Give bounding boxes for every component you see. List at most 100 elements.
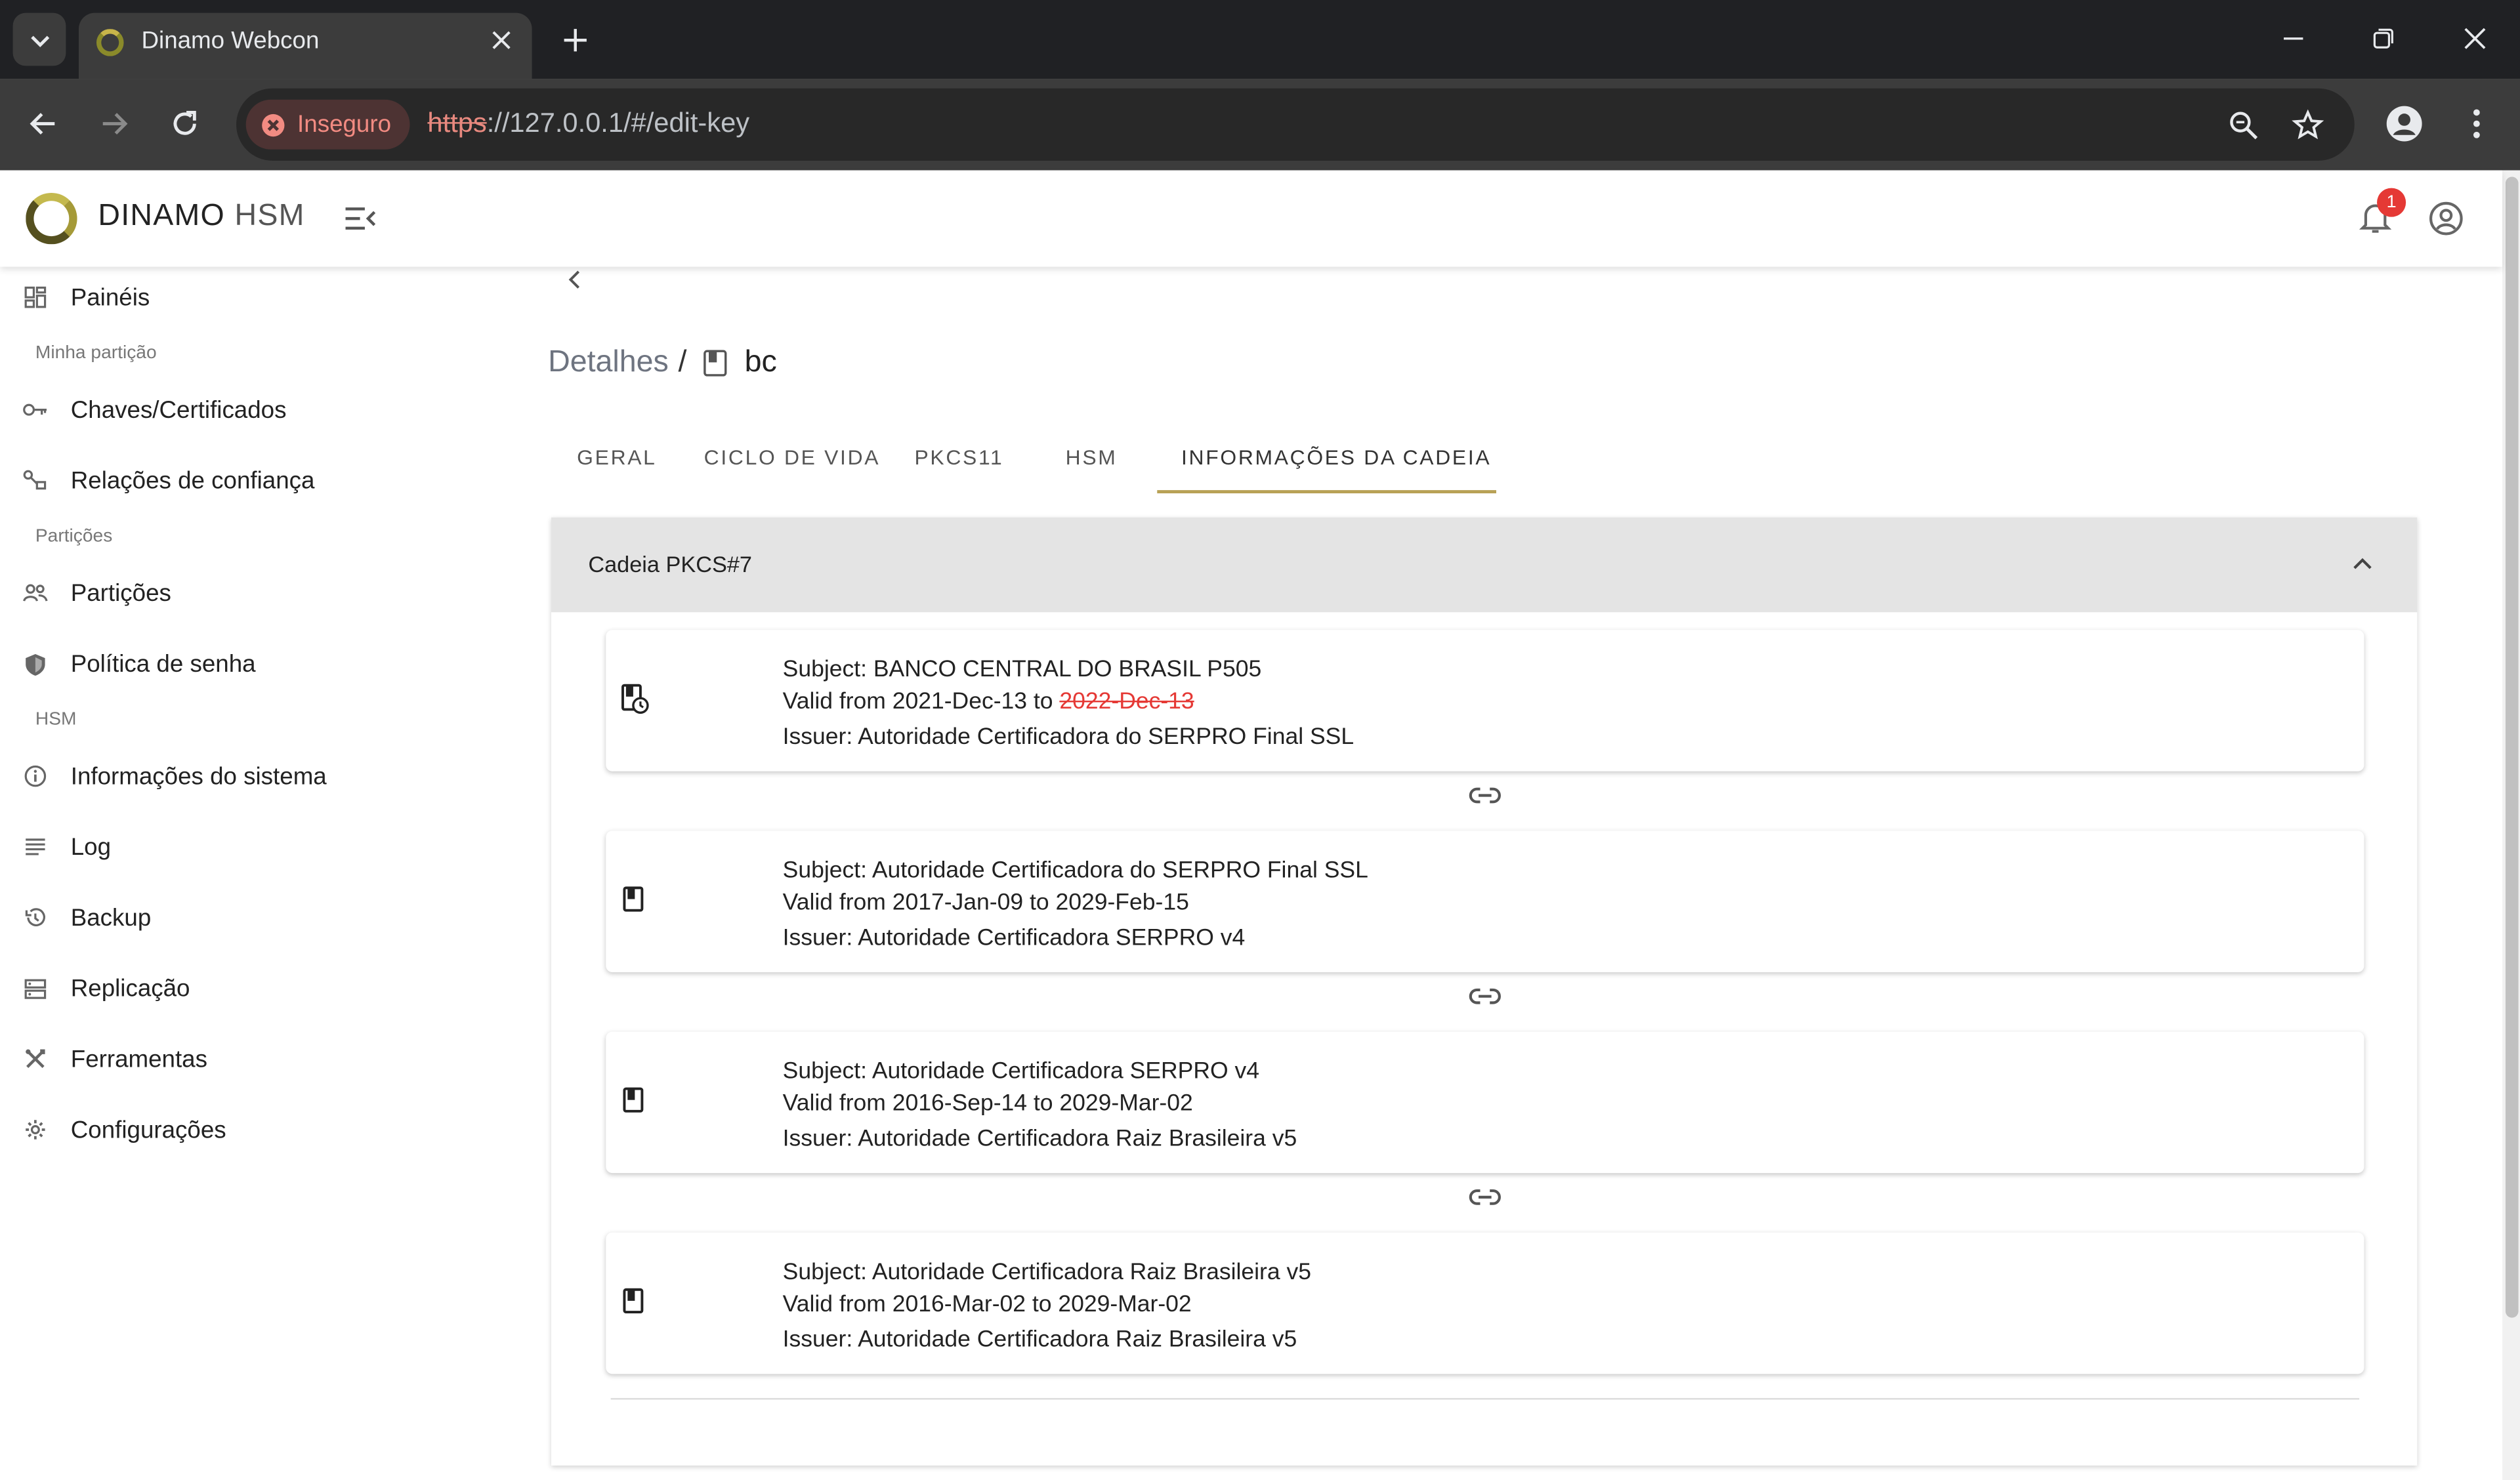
link-icon: [1469, 787, 1501, 804]
tab-pkcs11[interactable]: PKCS11: [914, 445, 1003, 470]
sidebar-item-backup[interactable]: Backup: [0, 889, 482, 947]
menu-toggle-button[interactable]: [341, 199, 379, 238]
browser-tab-bar: Dinamo Webcon: [0, 0, 2520, 79]
page-scrollbar-thumb[interactable]: [2505, 176, 2519, 1318]
certificate-icon: [623, 1087, 644, 1113]
list-icon: [22, 834, 48, 859]
sidebar-item-log[interactable]: Log: [0, 818, 482, 876]
tab-informacoes-cadeia[interactable]: INFORMAÇÕES DA CADEIA: [1181, 445, 1491, 470]
history-icon: [22, 905, 48, 930]
minimize-button[interactable]: [2274, 19, 2313, 58]
certificate-issuer: Issuer: Autoridade Certificadora Raiz Br…: [782, 1327, 1297, 1353]
sidebar-item-ferramentas[interactable]: Ferramentas: [0, 1030, 482, 1088]
magnifier-icon: [2230, 112, 2258, 140]
sidebar-item-politica-senha[interactable]: Política de senha: [0, 635, 482, 693]
notification-badge: 1: [2377, 188, 2406, 217]
chevron-down-icon: [30, 35, 49, 47]
security-label: Inseguro: [297, 111, 392, 138]
brand-title: DINAMO HSM: [98, 199, 305, 234]
certificate-subject: Subject: BANCO CENTRAL DO BRASIL P505: [782, 657, 1262, 684]
close-icon: [2464, 28, 2486, 49]
more-vert-icon: [2473, 109, 2480, 138]
certificate-valid-to: 2029-Mar-02: [1058, 1292, 1192, 1318]
sidebar-item-label: Partições: [70, 579, 171, 607]
certificate-issuer: Issuer: Autoridade Certificadora SERPRO …: [782, 925, 1246, 952]
account-button[interactable]: [2427, 199, 2466, 238]
sidebar-item-chaves[interactable]: Chaves/Certificados: [0, 381, 482, 439]
certificate-details: Subject: Autoridade Certificadora do SER…: [783, 855, 1368, 955]
sidebar-section-label: Partições: [35, 527, 113, 546]
not-secure-icon: [262, 113, 285, 136]
breadcrumb-parent[interactable]: Detalhes: [548, 346, 669, 381]
zoom-button[interactable]: [2224, 106, 2263, 145]
certificate-valid-to: 2029-Feb-15: [1055, 890, 1189, 916]
back-nav-button[interactable]: [562, 267, 588, 293]
profile-icon: [2386, 106, 2422, 142]
restore-icon: [2373, 28, 2393, 49]
certificate-validity: Valid from 2017-Jan-09 to 2029-Feb-15: [782, 890, 1189, 916]
sidebar-section-label: Minha partição: [35, 344, 157, 363]
sidebar-item-replicacao[interactable]: Replicação: [0, 959, 482, 1017]
certificate-card[interactable]: Subject: BANCO CENTRAL DO BRASIL P505 Va…: [606, 630, 2364, 771]
certificate-icon: [704, 350, 728, 377]
reload-icon: [173, 111, 196, 135]
sidebar-item-informacoes-sistema[interactable]: Informações do sistema: [0, 747, 482, 805]
certificate-details: Subject: Autoridade Certificadora Raiz B…: [783, 1257, 1311, 1357]
browser-tab[interactable]: Dinamo Webcon: [79, 12, 532, 79]
restore-button[interactable]: [2364, 19, 2403, 58]
arrow-right-icon: [102, 113, 128, 135]
certificate-card[interactable]: Subject: Autoridade Certificadora do SER…: [606, 831, 2364, 972]
star-icon: [2292, 109, 2324, 140]
app-header: DINAMO HSM: [0, 170, 2503, 267]
browser-tab-title: Dinamo Webcon: [141, 27, 320, 55]
sidebar-item-relacoes[interactable]: Relações de confiança: [0, 451, 482, 509]
sidebar-item-label: Ferramentas: [70, 1045, 207, 1073]
forward-button[interactable]: [94, 104, 133, 143]
profile-button[interactable]: [2385, 104, 2424, 143]
people-icon: [22, 580, 48, 606]
certificate-details: Subject: BANCO CENTRAL DO BRASIL P505 Va…: [783, 654, 1354, 754]
sidebar-item-label: Relações de confiança: [70, 466, 315, 495]
arrow-left-icon: [30, 113, 55, 135]
tab-ciclo-de-vida[interactable]: CICLO DE VIDA: [704, 445, 881, 470]
menu-open-icon: [345, 207, 376, 230]
sidebar-item-label: Informações do sistema: [70, 762, 327, 790]
sidebar-item-label: Painéis: [70, 283, 150, 311]
bookmark-button[interactable]: [2288, 106, 2327, 145]
certificate-validity: Valid from 2016-Mar-02 to 2029-Mar-02: [782, 1292, 1192, 1318]
close-tab-button[interactable]: [486, 24, 518, 56]
certificate-card[interactable]: Subject: Autoridade Certificadora Raiz B…: [606, 1232, 2364, 1374]
storage-icon: [22, 976, 48, 1001]
sidebar-item-particoes[interactable]: Partições: [0, 564, 482, 622]
sidebar-item-label: Log: [70, 833, 112, 861]
close-window-button[interactable]: [2456, 19, 2494, 58]
sidebar-item-paineis[interactable]: Painéis: [0, 268, 482, 326]
key-icon: [22, 397, 48, 422]
security-chip[interactable]: Inseguro: [245, 99, 410, 150]
dashboard-icon: [22, 285, 48, 310]
close-icon: [492, 31, 511, 49]
certificate-details: Subject: Autoridade Certificadora SERPRO…: [783, 1056, 1297, 1155]
trust-icon: [22, 468, 48, 493]
breadcrumb: Detalhes / bc: [548, 346, 777, 381]
certificate-subject: Subject: Autoridade Certificadora SERPRO…: [782, 1059, 1260, 1085]
certificate-card[interactable]: Subject: Autoridade Certificadora SERPRO…: [606, 1031, 2364, 1174]
tab-search-button[interactable]: [12, 12, 66, 66]
new-tab-button[interactable]: [556, 21, 595, 60]
sidebar-item-label: Backup: [70, 903, 152, 932]
certificate-icon: [623, 886, 644, 912]
sidebar-item-label: Configurações: [70, 1116, 226, 1143]
tab-hsm[interactable]: HSM: [1066, 445, 1118, 470]
browser-menu-button[interactable]: [2457, 104, 2496, 143]
reload-button[interactable]: [165, 104, 204, 143]
plus-icon: [564, 29, 587, 52]
back-button[interactable]: [24, 104, 63, 143]
url-text[interactable]: https://127.0.0.1/#/edit-key: [427, 108, 749, 140]
chevron-up-icon[interactable]: [2348, 550, 2377, 579]
chain-panel-header[interactable]: Cadeia PKCS#7: [551, 517, 2418, 613]
sidebar-item-configuracoes[interactable]: Configurações: [0, 1101, 482, 1159]
chevron-left-icon: [568, 270, 580, 289]
tab-geral[interactable]: GERAL: [577, 445, 656, 470]
address-bar[interactable]: Inseguro https://127.0.0.1/#/edit-key: [236, 88, 2355, 161]
certificate-validity: Valid from 2016-Sep-14 to 2029-Mar-02: [782, 1091, 1193, 1117]
